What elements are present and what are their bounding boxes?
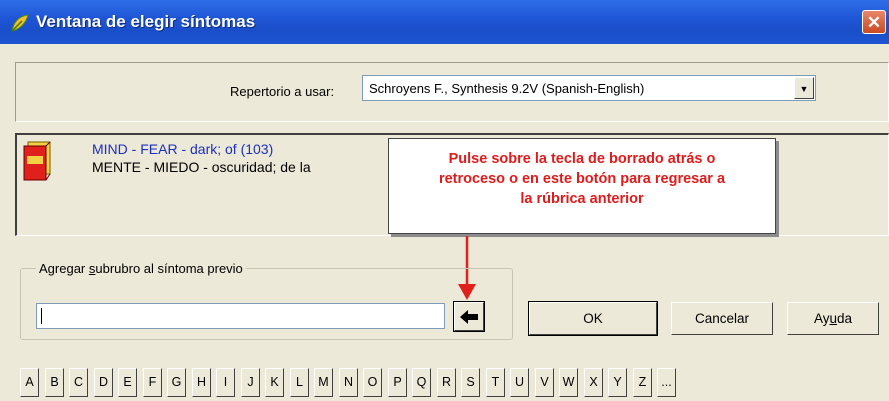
letter-button-g[interactable]: G bbox=[167, 368, 186, 397]
letter-button-x[interactable]: X bbox=[584, 368, 603, 397]
dropdown-arrow-icon[interactable]: ▼ bbox=[794, 77, 814, 99]
title-bar: Ventana de elegir síntomas ✕ bbox=[0, 0, 889, 44]
help-button[interactable]: Ayuda bbox=[787, 302, 879, 335]
letter-button-more[interactable]: ... bbox=[657, 368, 676, 397]
letter-button-z[interactable]: Z bbox=[633, 368, 652, 397]
callout-annotation: Pulse sobre la tecla de borrado atrás o … bbox=[388, 138, 776, 234]
book-icon bbox=[23, 141, 51, 181]
letter-button-p[interactable]: P bbox=[388, 368, 407, 397]
letter-button-n[interactable]: N bbox=[339, 368, 358, 397]
letter-button-m[interactable]: M bbox=[314, 368, 333, 397]
back-button[interactable] bbox=[453, 301, 485, 332]
letter-button-u[interactable]: U bbox=[510, 368, 529, 397]
repertory-select[interactable]: Schroyens F., Synthesis 9.2V (Spanish-En… bbox=[362, 75, 816, 101]
letter-button-k[interactable]: K bbox=[265, 368, 284, 397]
letter-button-h[interactable]: H bbox=[192, 368, 211, 397]
app-leaf-icon bbox=[11, 14, 29, 32]
letter-button-s[interactable]: S bbox=[461, 368, 480, 397]
letter-button-q[interactable]: Q bbox=[412, 368, 431, 397]
letter-button-w[interactable]: W bbox=[559, 368, 578, 397]
close-button[interactable]: ✕ bbox=[862, 10, 886, 34]
letter-button-f[interactable]: F bbox=[143, 368, 162, 397]
repertory-label: Repertorio a usar: bbox=[230, 84, 335, 99]
symptom-spanish: MENTE - MIEDO - oscuridad; de la bbox=[92, 159, 311, 175]
letter-button-d[interactable]: D bbox=[94, 368, 113, 397]
cancel-button[interactable]: Cancelar bbox=[671, 302, 773, 335]
letter-button-j[interactable]: J bbox=[241, 368, 260, 397]
letter-button-c[interactable]: C bbox=[69, 368, 88, 397]
callout-line: Pulse sobre la tecla de borrado atrás o bbox=[448, 151, 716, 167]
callout-line: la rúbrica anterior bbox=[520, 191, 644, 207]
repertory-selected-value: Schroyens F., Synthesis 9.2V (Spanish-En… bbox=[369, 81, 645, 96]
letter-button-t[interactable]: T bbox=[486, 368, 505, 397]
letter-button-v[interactable]: V bbox=[535, 368, 554, 397]
letter-button-b[interactable]: B bbox=[45, 368, 64, 397]
callout-line: retroceso o en este botón para regresar … bbox=[438, 171, 726, 187]
letter-button-r[interactable]: R bbox=[437, 368, 456, 397]
letter-button-l[interactable]: L bbox=[290, 368, 309, 397]
letter-button-i[interactable]: I bbox=[216, 368, 235, 397]
letter-button-e[interactable]: E bbox=[118, 368, 137, 397]
text-caret bbox=[41, 308, 42, 324]
letter-button-y[interactable]: Y bbox=[608, 368, 627, 397]
subrubric-input[interactable] bbox=[36, 303, 445, 329]
letter-button-o[interactable]: O bbox=[363, 368, 382, 397]
symptom-english: MIND - FEAR - dark; of (103) bbox=[92, 141, 274, 157]
ok-button[interactable]: OK bbox=[528, 301, 658, 336]
window-title: Ventana de elegir síntomas bbox=[36, 12, 256, 31]
letter-button-a[interactable]: A bbox=[20, 368, 39, 397]
arrow-left-icon bbox=[460, 310, 478, 324]
subrubric-group-label: Agregar subrubro al síntoma previo bbox=[36, 261, 246, 276]
